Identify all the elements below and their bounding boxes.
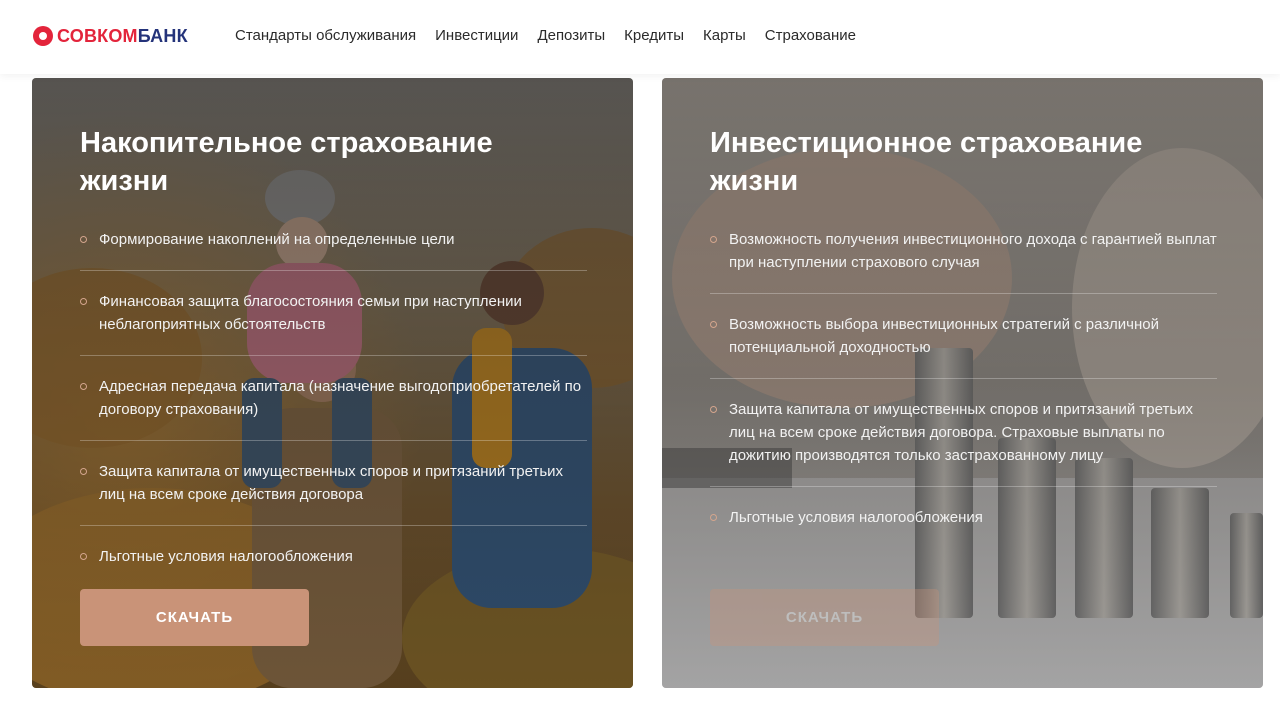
- feature-item: Защита капитала от имущественных споров …: [80, 460, 587, 526]
- card-title: Инвестиционное страхование жизни: [710, 127, 1143, 197]
- nav-item-investments[interactable]: Инвестиции: [435, 26, 518, 46]
- feature-item: Финансовая защита благосостояния семьи п…: [80, 290, 587, 356]
- bullet-icon: [710, 321, 717, 328]
- feature-text: Адресная передача капитала (назначение в…: [99, 378, 582, 418]
- feature-text: Возможность получения инвестиционного до…: [729, 231, 1217, 271]
- feature-item: Возможность получения инвестиционного до…: [710, 228, 1217, 294]
- feature-item: Адресная передача капитала (назначение в…: [80, 375, 587, 441]
- logo-text: СОВКОМБАНК: [57, 25, 188, 46]
- bullet-icon: [80, 553, 87, 560]
- savings-life-insurance-card: Накопительное страхование жизни Формиров…: [32, 78, 633, 688]
- nav-item-cards[interactable]: Карты: [703, 26, 746, 46]
- feature-list: Формирование накоплений на определенные …: [80, 228, 587, 587]
- feature-text: Финансовая защита благосостояния семьи п…: [99, 293, 522, 333]
- feature-item: Защита капитала от имущественных споров …: [710, 398, 1217, 487]
- feature-item: Льготные условия налогообложения: [710, 506, 1217, 548]
- bullet-icon: [80, 383, 87, 390]
- sovcombank-logo[interactable]: СОВКОМБАНК: [32, 25, 188, 47]
- feature-text: Защита капитала от имущественных споров …: [729, 401, 1194, 464]
- card-content: Инвестиционное страхование жизни Возможн…: [710, 124, 1217, 567]
- feature-list: Возможность получения инвестиционного до…: [710, 228, 1217, 548]
- site-header: СОВКОМБАНК Стандарты обслуживания Инвест…: [0, 0, 1280, 74]
- feature-text: Защита капитала от имущественных споров …: [99, 463, 564, 503]
- feature-text: Формирование накоплений на определенные …: [99, 231, 455, 248]
- feature-text: Возможность выбора инвестиционных страте…: [729, 316, 1159, 356]
- bullet-icon: [80, 468, 87, 475]
- feature-text: Льготные условия налогообложения: [99, 548, 353, 565]
- nav-item-insurance[interactable]: Страхование: [765, 26, 856, 46]
- download-button[interactable]: СКАЧАТЬ: [80, 589, 309, 646]
- bullet-icon: [710, 406, 717, 413]
- nav-item-deposits[interactable]: Депозиты: [537, 26, 605, 46]
- bullet-icon: [80, 236, 87, 243]
- nav-item-service-standards[interactable]: Стандарты обслуживания: [235, 26, 416, 46]
- bullet-icon: [710, 514, 717, 521]
- sovcombank-logo-icon: [32, 25, 54, 47]
- main-nav: Стандарты обслуживания Инвестиции Депози…: [235, 26, 875, 46]
- investment-life-insurance-card: Инвестиционное страхование жизни Возможн…: [662, 78, 1263, 688]
- bullet-icon: [710, 236, 717, 243]
- feature-item: Возможность выбора инвестиционных страте…: [710, 313, 1217, 379]
- feature-text: Льготные условия налогообложения: [729, 509, 983, 526]
- card-title: Накопительное страхование жизни: [80, 127, 493, 197]
- download-button[interactable]: СКАЧАТЬ: [710, 589, 939, 646]
- feature-item: Льготные условия налогообложения: [80, 545, 587, 587]
- bullet-icon: [80, 298, 87, 305]
- feature-item: Формирование накоплений на определенные …: [80, 228, 587, 271]
- nav-item-credits[interactable]: Кредиты: [624, 26, 684, 46]
- card-content: Накопительное страхование жизни Формиров…: [80, 124, 587, 606]
